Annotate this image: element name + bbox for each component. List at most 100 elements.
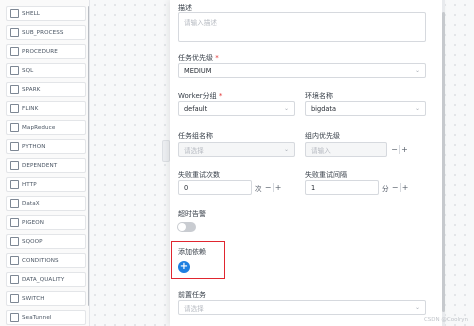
increment-button[interactable]: + bbox=[401, 183, 410, 192]
palette-node-label: MapReduce bbox=[22, 124, 56, 131]
group-priority-input[interactable]: 请输入 bbox=[305, 142, 387, 157]
drawer-scrollbar[interactable] bbox=[442, 0, 445, 326]
worker-group-label: Worker分组 * bbox=[178, 91, 222, 101]
palette-node-sub-process[interactable]: SUB_PROCESS bbox=[6, 25, 86, 40]
increment-button[interactable]: + bbox=[274, 183, 283, 192]
watermark: CSDN @Coolryn bbox=[423, 317, 468, 323]
description-textarea[interactable]: 请输入描述 bbox=[178, 12, 426, 42]
palette-node-label: CONDITIONS bbox=[22, 257, 59, 264]
palette-node-sql[interactable]: SQL bbox=[6, 63, 86, 78]
pre-tasks-select[interactable]: 请选择 ⌄ bbox=[178, 300, 426, 315]
environment-value: bigdata bbox=[311, 104, 337, 113]
retry-interval-input[interactable]: 1 bbox=[305, 180, 379, 195]
retry-times-value: 0 bbox=[184, 183, 189, 192]
palette-node-label: SQL bbox=[22, 67, 34, 74]
task-type-icon bbox=[10, 85, 19, 94]
palette-node-label: SPARK bbox=[22, 86, 41, 93]
palette-node-label: DEPENDENT bbox=[22, 162, 58, 169]
pre-tasks-placeholder: 请选择 bbox=[184, 304, 204, 313]
retry-interval-unit: 分 bbox=[382, 184, 389, 193]
palette-node-dependent[interactable]: DEPENDENT bbox=[6, 158, 86, 173]
increment-button[interactable]: + bbox=[400, 145, 409, 154]
palette-node-http[interactable]: HTTP bbox=[6, 177, 86, 192]
palette-node-label: PYTHON bbox=[22, 143, 46, 150]
task-type-icon bbox=[10, 256, 19, 265]
task-type-icon bbox=[10, 28, 19, 37]
group-priority-label: 组内优先级 bbox=[305, 132, 340, 140]
worker-group-value: default bbox=[184, 104, 208, 113]
task-type-icon bbox=[10, 313, 19, 322]
palette-node-sqoop[interactable]: SQOOP bbox=[6, 234, 86, 249]
palette-node-label: FLINK bbox=[22, 105, 39, 112]
palette-node-label: DATA_QUALITY bbox=[22, 276, 65, 283]
switch-knob bbox=[178, 223, 186, 231]
environment-label: 环境名称 bbox=[305, 92, 333, 100]
task-group-label: 任务组名称 bbox=[178, 132, 213, 140]
palette-node-data-quality[interactable]: DATA_QUALITY bbox=[6, 272, 86, 287]
task-type-icon bbox=[10, 123, 19, 132]
palette-node-conditions[interactable]: CONDITIONS bbox=[6, 253, 86, 268]
retry-interval-label: 失败重试间隔 bbox=[305, 171, 347, 179]
task-type-icon bbox=[10, 294, 19, 303]
palette-node-flink[interactable]: FLINK bbox=[6, 101, 86, 116]
palette-node-label: PROCEDURE bbox=[22, 48, 58, 55]
pre-tasks-label: 前置任务 bbox=[178, 291, 206, 299]
palette-node-procedure[interactable]: PROCEDURE bbox=[6, 44, 86, 59]
timeout-alarm-label: 超时告警 bbox=[178, 210, 206, 218]
chevron-down-icon: ⌄ bbox=[414, 67, 420, 74]
required-marker: * bbox=[218, 92, 223, 100]
retry-times-unit: 次 bbox=[255, 184, 262, 193]
palette-node-spark[interactable]: SPARK bbox=[6, 82, 86, 97]
task-type-icon bbox=[10, 199, 19, 208]
worker-group-label-text: Worker分组 bbox=[178, 92, 217, 100]
task-type-icon bbox=[10, 161, 19, 170]
palette-node-label: HTTP bbox=[22, 181, 37, 188]
palette-node-mapreduce[interactable]: MapReduce bbox=[6, 120, 86, 135]
palette-node-python[interactable]: PYTHON bbox=[6, 139, 86, 154]
required-marker: * bbox=[215, 54, 219, 62]
task-type-icon bbox=[10, 237, 19, 246]
chevron-down-icon: ⌄ bbox=[414, 304, 420, 311]
add-dependency-label: 添加依赖 bbox=[178, 248, 206, 256]
workflow-editor: SHELL SUB_PROCESS PROCEDURE SQL SPARK FLINK Ma… bbox=[0, 0, 474, 326]
group-priority-stepper: 请输入 − + bbox=[305, 142, 409, 157]
add-dependency-button[interactable]: + bbox=[178, 261, 190, 273]
palette-node-label: SWITCH bbox=[22, 295, 45, 302]
palette-node-seatunnel[interactable]: SeaTunnel bbox=[6, 310, 86, 325]
drawer-collapse-handle[interactable] bbox=[162, 140, 170, 162]
description-placeholder: 请输入描述 bbox=[184, 19, 217, 27]
palette-node-shell[interactable]: SHELL bbox=[6, 6, 86, 21]
timeout-alarm-switch[interactable] bbox=[177, 222, 196, 232]
decrement-button[interactable]: − bbox=[390, 145, 399, 154]
task-group-placeholder: 请选择 bbox=[184, 146, 204, 155]
retry-times-label: 失败重试次数 bbox=[178, 171, 220, 179]
task-type-icon bbox=[10, 180, 19, 189]
scrollbar-thumb[interactable] bbox=[442, 12, 445, 312]
task-node-palette: SHELL SUB_PROCESS PROCEDURE SQL SPARK FLINK Ma… bbox=[0, 0, 90, 326]
task-group-select[interactable]: 请选择 ⌄ bbox=[178, 142, 295, 157]
decrement-button[interactable]: − bbox=[264, 183, 273, 192]
palette-node-switch[interactable]: SWITCH bbox=[6, 291, 86, 306]
chevron-down-icon: ⌄ bbox=[283, 146, 289, 153]
palette-node-datax[interactable]: DataX bbox=[6, 196, 86, 211]
task-type-icon bbox=[10, 218, 19, 227]
priority-label: 任务优先级 * bbox=[178, 53, 219, 63]
palette-node-pigeon[interactable]: PIGEON bbox=[6, 215, 86, 230]
retry-times-input[interactable]: 0 bbox=[178, 180, 252, 195]
priority-select[interactable]: MEDIUM ⌄ bbox=[178, 63, 426, 78]
retry-interval-value: 1 bbox=[311, 183, 316, 192]
environment-select[interactable]: bigdata ⌄ bbox=[305, 101, 426, 116]
palette-node-label: SHELL bbox=[22, 10, 41, 17]
chevron-down-icon: ⌄ bbox=[283, 105, 289, 112]
task-type-icon bbox=[10, 275, 19, 284]
group-priority-placeholder: 请输入 bbox=[311, 146, 331, 155]
task-type-icon bbox=[10, 142, 19, 151]
palette-node-label: PIGEON bbox=[22, 219, 45, 226]
worker-group-select[interactable]: default ⌄ bbox=[178, 101, 295, 116]
palette-node-label: SeaTunnel bbox=[22, 314, 52, 321]
task-type-icon bbox=[10, 9, 19, 18]
decrement-button[interactable]: − bbox=[391, 183, 400, 192]
palette-node-label: DataX bbox=[22, 200, 40, 207]
chevron-down-icon: ⌄ bbox=[414, 105, 420, 112]
task-type-icon bbox=[10, 47, 19, 56]
